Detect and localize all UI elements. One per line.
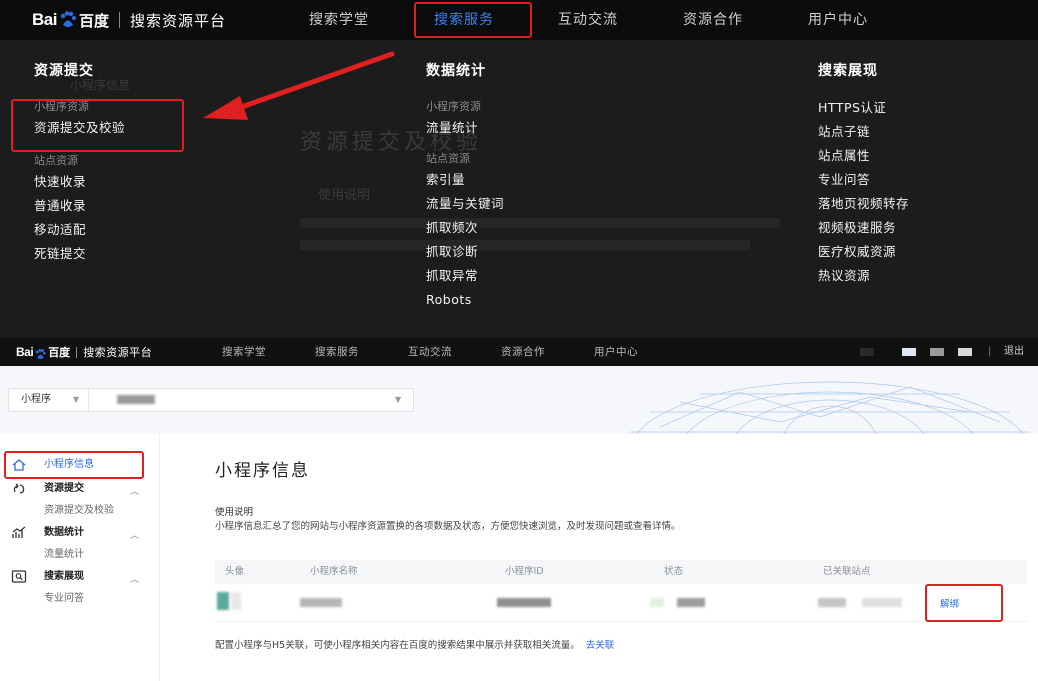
sidebar-group-stats[interactable]: 数据统计 ︿ xyxy=(0,522,160,544)
column-header: 头像 xyxy=(225,566,245,577)
highlight-sidebar-box xyxy=(4,451,144,479)
footer-note: 配置小程序与H5关联，可使小程序相关内容在百度的搜索结果中展示并获取相关流量。去… xyxy=(215,637,614,651)
highlight-unbind-box xyxy=(925,584,1003,622)
mini-program-selector[interactable]: 小程序 ▼ ▼ xyxy=(8,388,414,412)
sidebar-item-label: 流量统计 xyxy=(44,549,84,560)
status-blurred xyxy=(677,598,705,607)
usage-heading: 使用说明 xyxy=(215,507,254,518)
avatar-blur xyxy=(231,592,241,610)
globe-decoration-icon xyxy=(630,381,1030,434)
chevron-up-icon: ︿ xyxy=(130,487,140,497)
bottom-screenshot: Bai 百度 搜索资源平台 搜索学堂 搜索服务 互动交流 资源合作 用户中心 |… xyxy=(0,338,1038,681)
baidu-logo[interactable]: Bai 百度 搜索资源平台 xyxy=(16,343,152,361)
header-icon[interactable] xyxy=(902,348,916,356)
sidebar-item-submit-verify[interactable]: 资源提交及校验 xyxy=(0,500,160,522)
sidebar-group-display[interactable]: 搜索展现 ︿ xyxy=(0,566,160,588)
column-header: 小程序名称 xyxy=(310,566,358,577)
sidebar-item-label: 资源提交及校验 xyxy=(44,505,114,516)
header-icon[interactable] xyxy=(860,348,874,356)
annotation-arrow-icon xyxy=(203,51,395,120)
top-screenshot: 小程序信息 资源提交及校验 使用说明 Bai 百度 搜索资源平台 搜索学堂 搜索… xyxy=(0,0,1038,338)
associate-link[interactable]: 去关联 xyxy=(586,640,615,651)
console-nav-cooperation[interactable]: 资源合作 xyxy=(501,338,545,366)
logo-du-text: 百度 xyxy=(48,346,71,359)
logo-bai-text: Bai xyxy=(16,345,34,359)
table-row xyxy=(215,584,1027,622)
column-header: 状态 xyxy=(664,566,684,577)
sidebar-group-label: 搜索展现 xyxy=(44,571,84,582)
name-blurred xyxy=(300,598,342,607)
avatar xyxy=(217,592,229,610)
display-search-icon xyxy=(11,569,27,585)
selected-value-blurred xyxy=(117,395,155,404)
table-header: 头像 小程序名称 小程序ID 状态 已关联站点 xyxy=(215,560,1027,584)
chevron-up-icon: ︿ xyxy=(130,531,140,541)
header-divider: | xyxy=(988,346,992,357)
id-blurred xyxy=(497,598,551,607)
header-icon[interactable] xyxy=(958,348,972,356)
site-blurred xyxy=(862,598,902,607)
console-nav-interaction[interactable]: 互动交流 xyxy=(408,338,452,366)
status-dot xyxy=(650,598,664,607)
console-nav-services[interactable]: 搜索服务 xyxy=(315,338,359,366)
sidebar-item-label: 专业问答 xyxy=(44,593,84,604)
platform-name: 搜索资源平台 xyxy=(83,346,153,359)
sidebar-group-label: 数据统计 xyxy=(44,527,84,538)
column-header: 小程序ID xyxy=(505,566,544,577)
chevron-up-icon: ︿ xyxy=(130,575,140,585)
header-icon[interactable] xyxy=(930,348,944,356)
page-title: 小程序信息 xyxy=(215,461,310,481)
logo-separator xyxy=(76,346,78,358)
chevron-down-icon: ▼ xyxy=(73,395,80,404)
paw-icon xyxy=(34,346,47,359)
console-main: 小程序信息 使用说明 小程序信息汇总了您的网站与小程序资源置换的各项数据及状态，… xyxy=(160,434,1038,681)
sidebar-item-traffic[interactable]: 流量统计 xyxy=(0,544,160,566)
console-nav-user-center[interactable]: 用户中心 xyxy=(594,338,638,366)
console-nav-academy[interactable]: 搜索学堂 xyxy=(222,338,266,366)
site-blurred xyxy=(818,598,846,607)
sidebar-group-label: 资源提交 xyxy=(44,483,84,494)
console-header-bar: Bai 百度 搜索资源平台 搜索学堂 搜索服务 互动交流 资源合作 用户中心 |… xyxy=(0,338,1038,366)
sidebar-group-submit[interactable]: 资源提交 ︿ xyxy=(0,478,160,500)
chevron-down-icon: ▼ xyxy=(395,395,402,404)
logout-link[interactable]: 退出 xyxy=(1004,338,1024,366)
chart-icon xyxy=(11,525,27,541)
usage-text: 小程序信息汇总了您的网站与小程序资源置换的各项数据及状态，方便您快速浏览，及时发… xyxy=(215,521,681,532)
footer-text: 配置小程序与H5关联，可使小程序相关内容在百度的搜索结果中展示并获取相关流量。 xyxy=(215,640,580,651)
console-sidebar: 小程序信息 资源提交 ︿ 资源提交及校验 数据统计 ︿ 流量统计 搜索展现 ︿ … xyxy=(0,434,160,681)
column-header: 已关联站点 xyxy=(823,566,871,577)
submit-icon xyxy=(11,481,27,497)
sidebar-item-expert-qa[interactable]: 专业问答 xyxy=(0,588,160,610)
